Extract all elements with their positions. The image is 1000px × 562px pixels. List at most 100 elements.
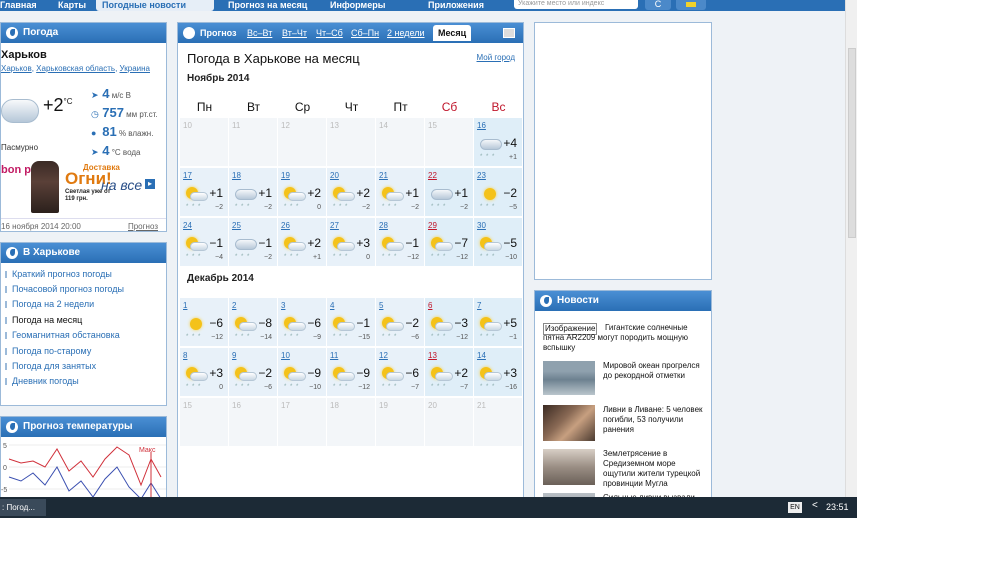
day-number[interactable]: 22 (428, 171, 437, 180)
day-number[interactable]: 30 (477, 221, 486, 230)
day-number[interactable]: 6 (428, 301, 432, 310)
calendar-day-cell[interactable]: 29 −7 −12 * * * (425, 218, 474, 266)
tab-tue-thu[interactable]: Вт–Чт (282, 28, 307, 38)
calendar-day-cell[interactable]: 25 −1 −2 * * * (229, 218, 278, 266)
link-month[interactable]: Погода на месяц (5, 315, 82, 325)
tab-thu-sat[interactable]: Чт–Сб (316, 28, 343, 38)
day-number[interactable]: 27 (330, 221, 339, 230)
bonprix-ad[interactable]: bon prix Доставка Огни! на все Светлая у… (1, 161, 161, 213)
calendar-day-cell[interactable]: 23 −2 −5 * * * (474, 168, 523, 216)
calendar-day-cell[interactable]: 24 −1 −4 * * * (180, 218, 229, 266)
day-number[interactable]: 20 (330, 171, 339, 180)
nav-tab-informers[interactable]: Информеры (330, 0, 404, 11)
nav-tab-news[interactable]: Погодные новости (96, 0, 214, 11)
tab-two-weeks[interactable]: 2 недели (387, 28, 425, 38)
calendar-day-cell[interactable]: 3 −6 −9 * * * (278, 298, 327, 346)
crumb-city[interactable]: Харьков (1, 64, 32, 73)
day-number[interactable]: 7 (477, 301, 481, 310)
crumb-country[interactable]: Украина (120, 64, 150, 73)
calendar-day-cell[interactable]: 8 +3 0 * * * (180, 348, 229, 396)
day-number[interactable]: 9 (232, 351, 236, 360)
day-number[interactable]: 21 (379, 171, 388, 180)
calendar-day-cell[interactable]: 4 −1 −15 * * * (327, 298, 376, 346)
link-old-style[interactable]: Погода по-старому (5, 346, 91, 356)
clock[interactable]: 23:51 (826, 502, 849, 512)
calendar-day-cell[interactable]: 30 −5 −10 * * * (474, 218, 523, 266)
calendar-day-cell[interactable]: 20 +2 −2 * * * (327, 168, 376, 216)
day-number[interactable]: 11 (330, 351, 338, 360)
link-busy[interactable]: Погода для занятых (5, 361, 96, 371)
calendar-day-cell[interactable]: 2 −8 −14 * * * (229, 298, 278, 346)
tab-forecast[interactable]: Прогноз (200, 28, 237, 38)
language-indicator[interactable]: EN (788, 502, 802, 513)
news-item[interactable]: Изображение Гигантские солнечные пятна A… (543, 323, 711, 353)
nav-tab-maps[interactable]: Карты (58, 0, 92, 11)
day-number[interactable]: 24 (183, 221, 192, 230)
nav-tab-home[interactable]: Главная (0, 0, 44, 11)
calendar-day-cell[interactable]: 5 −2 −6 * * * (376, 298, 425, 346)
day-number[interactable]: 12 (379, 351, 388, 360)
day-number[interactable]: 13 (428, 351, 437, 360)
calendar-day-cell[interactable]: 18 +1 −2 * * * (229, 168, 278, 216)
news-item[interactable]: Землетрясение в Средиземном море ощутили… (543, 449, 711, 488)
day-number[interactable]: 19 (281, 171, 290, 180)
news-item[interactable]: Мировой океан прогрелся до рекордной отм… (543, 361, 711, 395)
search-input[interactable]: Укажите место или индекс (514, 0, 638, 9)
calendar-day-cell[interactable]: 28 −1 −12 * * * (376, 218, 425, 266)
tray-chevron-icon[interactable]: < (812, 500, 818, 511)
day-number[interactable]: 4 (330, 301, 334, 310)
link-geomagnetic[interactable]: Геомагнитная обстановка (5, 330, 120, 340)
calendar-day-cell[interactable]: 6 −3 −12 * * * (425, 298, 474, 346)
taskbar-browser-button[interactable]: : Погод... (0, 499, 46, 516)
calendar-day-cell[interactable]: 10 −9 −10 * * * (278, 348, 327, 396)
tab-sat-mon[interactable]: Сб–Пн (351, 28, 379, 38)
day-number[interactable]: 28 (379, 221, 388, 230)
ad-arrow-icon[interactable]: ▸ (145, 179, 155, 189)
calendar-day-cell[interactable]: 11 −9 −12 * * * (327, 348, 376, 396)
calendar-day-cell[interactable]: 22 +1 −2 * * * (425, 168, 474, 216)
crumb-region[interactable]: Харьковская область (36, 64, 115, 73)
day-number[interactable]: 25 (232, 221, 241, 230)
print-icon[interactable] (503, 28, 515, 38)
day-number[interactable]: 5 (379, 301, 383, 310)
day-number[interactable]: 8 (183, 351, 187, 360)
calendar-day-cell[interactable]: 13 +2 −7 * * * (425, 348, 474, 396)
scrollbar-thumb[interactable] (848, 48, 856, 238)
day-number[interactable]: 26 (281, 221, 290, 230)
day-number[interactable]: 2 (232, 301, 236, 310)
day-number[interactable]: 14 (477, 351, 486, 360)
day-number[interactable]: 17 (183, 171, 192, 180)
link-two-weeks[interactable]: Погода на 2 недели (5, 299, 94, 309)
day-number[interactable]: 23 (477, 171, 486, 180)
day-number[interactable]: 18 (232, 171, 241, 180)
calendar-day-cell[interactable]: 26 +2 +1 * * * (278, 218, 327, 266)
link-diary[interactable]: Дневник погоды (5, 376, 79, 386)
tab-sun-tue[interactable]: Вс–Вт (247, 28, 272, 38)
calendar-day-cell[interactable]: 14 +3 −16 * * * (474, 348, 523, 396)
calendar-day-cell[interactable]: 1 −6 −12 * * * (180, 298, 229, 346)
calendar-day-cell[interactable]: 17 +1 −2 * * * (180, 168, 229, 216)
day-number[interactable]: 29 (428, 221, 437, 230)
calendar-day-cell[interactable]: 7 +5 −1 * * * (474, 298, 523, 346)
user-button[interactable] (676, 0, 706, 10)
tab-month[interactable]: Месяц (433, 25, 472, 41)
news-item[interactable]: Ливни в Ливане: 5 человек погибли, 53 по… (543, 405, 711, 441)
day-number[interactable]: 1 (183, 301, 187, 310)
day-number[interactable]: 3 (281, 301, 285, 310)
calendar-day-cell[interactable]: 16 +4 +1 * * * (474, 118, 523, 166)
my-city-link[interactable]: Мой город (477, 53, 515, 62)
calendar-day-cell[interactable]: 19 +2 0 * * * (278, 168, 327, 216)
vertical-scrollbar[interactable] (845, 0, 857, 500)
link-hourly-forecast[interactable]: Почасовой прогноз погоды (5, 284, 124, 294)
calendar-day-cell[interactable]: 21 +1 −2 * * * (376, 168, 425, 216)
search-button[interactable]: С (645, 0, 671, 10)
nav-tab-month[interactable]: Прогноз на месяц (228, 0, 312, 11)
day-number[interactable]: 10 (281, 351, 290, 360)
nav-tab-apps[interactable]: Приложения (428, 0, 494, 11)
calendar-day-cell[interactable]: 9 −2 −6 * * * (229, 348, 278, 396)
calendar-day-cell[interactable]: 12 −6 −7 * * * (376, 348, 425, 396)
day-number[interactable]: 16 (477, 121, 486, 130)
calendar-day-cell[interactable]: 27 +3 0 * * * (327, 218, 376, 266)
forecast-link[interactable]: Прогноз (128, 222, 158, 231)
link-short-forecast[interactable]: Краткий прогноз погоды (5, 269, 112, 279)
